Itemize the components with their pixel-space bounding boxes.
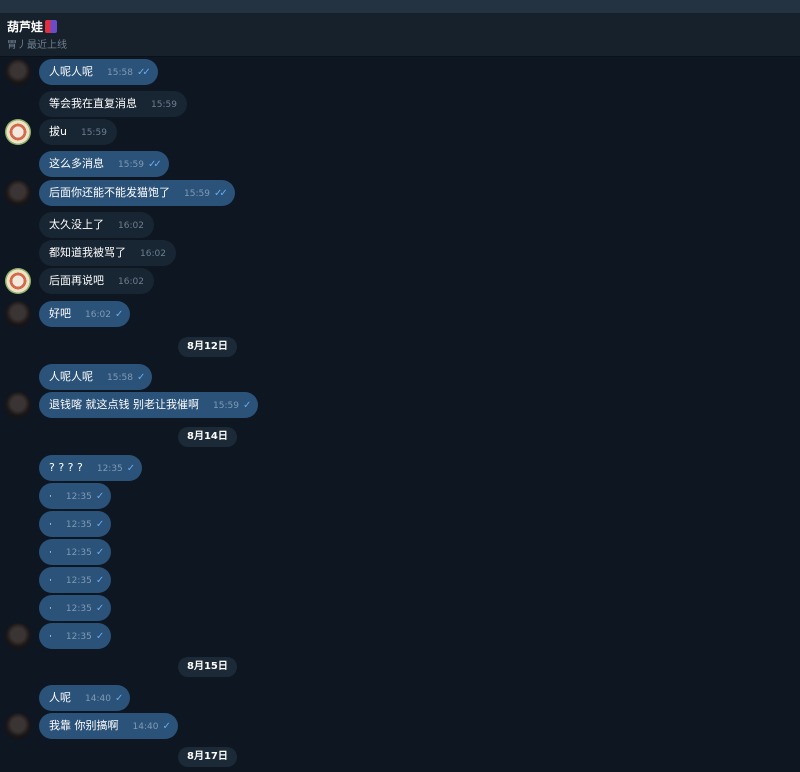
avatar[interactable] bbox=[5, 713, 31, 739]
message-bubble[interactable]: · 12:35 ✓ bbox=[39, 511, 112, 537]
message-time: 15:59 bbox=[80, 128, 107, 138]
message-time: 16:02 bbox=[85, 310, 111, 320]
message-bubble[interactable]: 人呢人呢 15:58 ✓✓ bbox=[39, 59, 158, 85]
message-text: 后面再说吧 bbox=[49, 274, 104, 287]
read-check-icon: ✓ bbox=[136, 372, 146, 383]
message-time: 12:35 bbox=[65, 492, 92, 502]
chat-name-text: 葫芦娃 bbox=[7, 20, 44, 34]
message-text: 等会我在直复消息 bbox=[49, 97, 137, 110]
message-bubble[interactable]: 我靠 你别搞啊 14:40 ✓ bbox=[39, 713, 178, 739]
chat-status: 胃丿最近上线 bbox=[7, 40, 67, 51]
message-bubble[interactable]: · 12:35 ✓ bbox=[39, 623, 112, 649]
avatar[interactable] bbox=[5, 623, 31, 649]
date-separator: 8月15日 bbox=[178, 657, 237, 677]
message-text: · bbox=[49, 576, 52, 586]
message-text: · bbox=[49, 520, 52, 530]
avatar[interactable] bbox=[5, 392, 31, 418]
message-text: 我靠 你别搞啊 bbox=[49, 719, 119, 732]
message-time: 15:59 bbox=[118, 160, 144, 170]
message-text: 太久没上了 bbox=[49, 218, 104, 231]
chat-title[interactable]: 葫芦娃 bbox=[7, 18, 58, 35]
message-time: 16:02 bbox=[118, 277, 144, 287]
message-time: 14:40 bbox=[85, 694, 111, 704]
message-bubble[interactable]: 人呢 14:40 ✓ bbox=[39, 685, 131, 711]
message-time: 15:58 bbox=[107, 68, 133, 78]
message-list[interactable]: 人呢人呢 15:58 ✓✓ 等会我在直复消息 15:59 拔u 15:59 这么多消息 1… bbox=[0, 57, 800, 772]
read-check-icon: ✓ bbox=[126, 463, 136, 474]
message-bubble[interactable]: 这么多消息 15:59 ✓✓ bbox=[39, 151, 169, 177]
message-time: 12:35 bbox=[65, 604, 92, 614]
message-bubble[interactable]: · 12:35 ✓ bbox=[39, 595, 112, 621]
message-text: 退钱喀 就这点钱 别老让我催啊 bbox=[49, 398, 199, 411]
read-check-icon: ✓✓ bbox=[136, 67, 151, 78]
read-check-icon: ✓ bbox=[95, 519, 105, 530]
date-separator: 8月12日 bbox=[178, 337, 237, 357]
message-time: 12:35 bbox=[65, 548, 92, 558]
message-text: 后面你还能不能发猫饱了 bbox=[49, 186, 170, 199]
message-time: 16:02 bbox=[118, 221, 144, 231]
read-check-icon: ✓ bbox=[95, 491, 105, 502]
message-text: ? ? ? ? bbox=[49, 461, 83, 474]
message-bubble[interactable]: ? ? ? ? 12:35 ✓ bbox=[39, 455, 143, 481]
message-time: 15:59 bbox=[213, 401, 239, 411]
read-check-icon: ✓ bbox=[95, 547, 105, 558]
message-time: 12:35 bbox=[65, 632, 92, 642]
date-separator: 8月14日 bbox=[178, 427, 237, 447]
message-text: 人呢 bbox=[49, 691, 71, 704]
message-text: 都知道我被骂了 bbox=[49, 246, 126, 259]
message-text: 这么多消息 bbox=[49, 157, 104, 170]
message-time: 12:35 bbox=[65, 576, 92, 586]
message-time: 12:35 bbox=[96, 464, 123, 474]
message-bubble[interactable]: · 12:35 ✓ bbox=[39, 483, 112, 509]
message-time: 14:40 bbox=[132, 722, 159, 732]
read-check-icon: ✓ bbox=[162, 721, 171, 732]
message-bubble[interactable]: 人呢人呢 15:58 ✓ bbox=[39, 364, 153, 390]
avatar[interactable] bbox=[5, 59, 31, 85]
read-check-icon: ✓ bbox=[114, 309, 124, 320]
message-time: 15:59 bbox=[184, 189, 210, 199]
avatar[interactable] bbox=[5, 268, 31, 294]
message-bubble[interactable]: 都知道我被骂了 16:02 bbox=[39, 240, 176, 266]
read-check-icon: ✓ bbox=[95, 603, 105, 614]
read-check-icon: ✓ bbox=[114, 693, 124, 704]
message-text: 好吧 bbox=[49, 307, 71, 320]
read-check-icon: ✓✓ bbox=[147, 159, 162, 170]
window-top-strip bbox=[0, 0, 800, 13]
message-bubble[interactable]: 退钱喀 就这点钱 别老让我催啊 15:59 ✓ bbox=[39, 392, 259, 418]
chat-header[interactable]: 葫芦娃 胃丿最近上线 bbox=[0, 13, 800, 57]
message-text: · bbox=[49, 492, 52, 502]
message-bubble[interactable]: 太久没上了 16:02 bbox=[39, 212, 154, 238]
message-bubble[interactable]: 后面再说吧 16:02 bbox=[39, 268, 154, 294]
read-check-icon: ✓ bbox=[95, 575, 105, 586]
avatar[interactable] bbox=[5, 119, 31, 145]
emoji-icon bbox=[45, 20, 58, 33]
message-text: 人呢人呢 bbox=[49, 65, 93, 78]
message-bubble[interactable]: 后面你还能不能发猫饱了 15:59 ✓✓ bbox=[39, 180, 235, 206]
date-separator: 8月17日 bbox=[178, 747, 237, 767]
message-bubble[interactable]: 好吧 16:02 ✓ bbox=[39, 301, 131, 327]
message-text: · bbox=[49, 548, 52, 558]
message-bubble[interactable]: 等会我在直复消息 15:59 bbox=[39, 91, 187, 117]
message-bubble[interactable]: 拔u 15:59 bbox=[39, 119, 117, 145]
read-check-icon: ✓ bbox=[242, 400, 252, 411]
read-check-icon: ✓ bbox=[95, 631, 105, 642]
message-text: 拔u bbox=[49, 125, 67, 138]
message-time: 16:02 bbox=[140, 249, 166, 259]
message-time: 15:58 bbox=[107, 373, 133, 383]
avatar[interactable] bbox=[5, 301, 31, 327]
message-time: 12:35 bbox=[65, 520, 92, 530]
message-text: 人呢人呢 bbox=[49, 370, 93, 383]
message-text: · bbox=[49, 632, 52, 642]
message-time: 15:59 bbox=[151, 100, 177, 110]
message-bubble[interactable]: · 12:35 ✓ bbox=[39, 567, 112, 593]
message-bubble[interactable]: · 12:35 ✓ bbox=[39, 539, 112, 565]
read-check-icon: ✓✓ bbox=[213, 188, 228, 199]
message-text: · bbox=[49, 604, 52, 614]
avatar[interactable] bbox=[5, 180, 31, 206]
